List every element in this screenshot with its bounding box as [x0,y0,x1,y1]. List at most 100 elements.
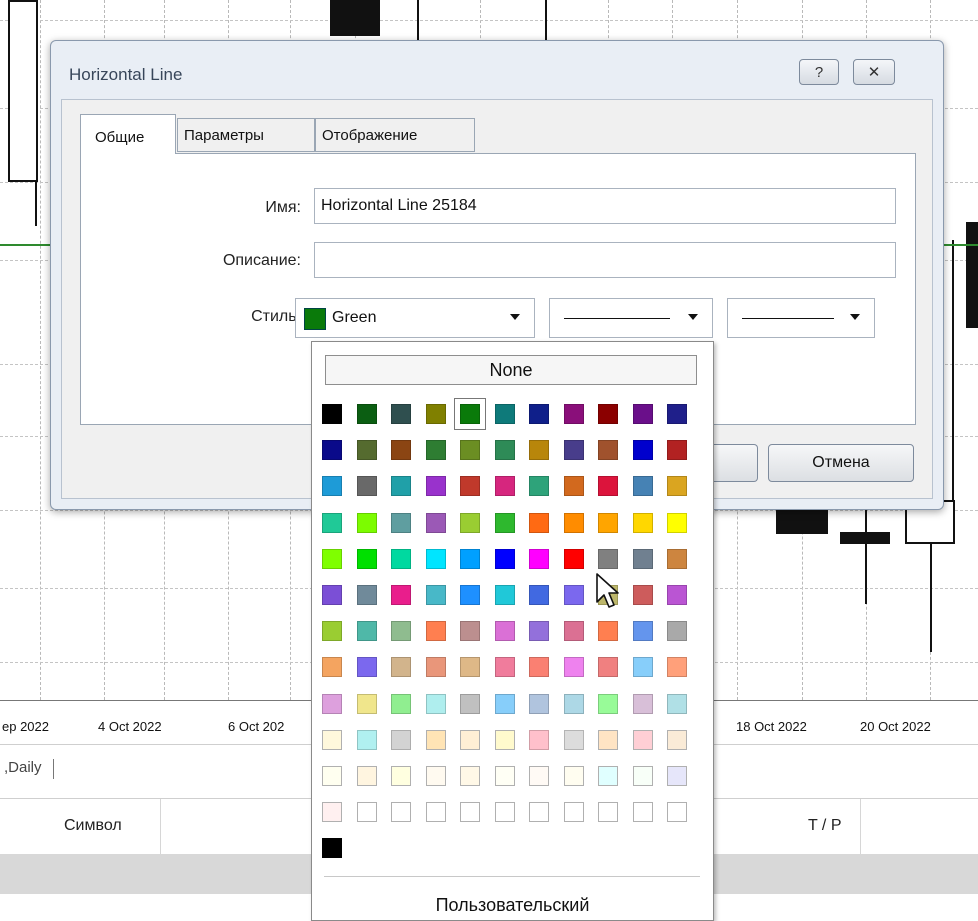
color-swatch[interactable] [598,476,618,496]
color-swatch[interactable] [426,802,446,822]
color-swatch[interactable] [495,476,515,496]
color-swatch[interactable] [357,476,377,496]
color-swatch[interactable] [529,404,549,424]
color-swatch[interactable] [564,802,584,822]
color-swatch[interactable] [564,694,584,714]
color-swatch[interactable] [564,404,584,424]
help-button[interactable]: ? [799,59,839,85]
color-swatch[interactable] [633,621,653,641]
color-swatch[interactable] [322,404,342,424]
description-input[interactable] [314,242,896,278]
color-swatch[interactable] [322,513,342,533]
color-swatch[interactable] [426,730,446,750]
color-swatch[interactable] [357,404,377,424]
tab-parameters[interactable]: Параметры [177,118,315,152]
color-swatch[interactable] [391,549,411,569]
color-swatch[interactable] [426,404,446,424]
color-swatch[interactable] [322,585,342,605]
color-swatch[interactable] [495,621,515,641]
color-swatch[interactable] [391,621,411,641]
color-swatch[interactable] [426,549,446,569]
color-swatch[interactable] [633,730,653,750]
color-swatch[interactable] [391,802,411,822]
color-swatch[interactable] [357,766,377,786]
color-swatch[interactable] [322,802,342,822]
color-swatch[interactable] [633,657,653,677]
color-swatch[interactable] [357,694,377,714]
cancel-button[interactable]: Отмена [768,444,914,482]
color-swatch[interactable] [495,549,515,569]
color-swatch[interactable] [598,730,618,750]
color-swatch[interactable] [633,440,653,460]
color-swatch[interactable] [426,585,446,605]
color-swatch[interactable] [460,585,480,605]
color-swatch[interactable] [460,694,480,714]
color-swatch[interactable] [460,766,480,786]
color-swatch[interactable] [598,766,618,786]
color-swatch[interactable] [529,476,549,496]
line-width-select[interactable] [727,298,875,338]
color-swatch[interactable] [633,694,653,714]
color-swatch[interactable] [357,549,377,569]
color-swatch[interactable] [357,440,377,460]
color-swatch[interactable] [460,513,480,533]
color-swatch[interactable] [564,440,584,460]
color-swatch[interactable] [667,730,687,750]
color-swatch[interactable] [322,766,342,786]
color-swatch[interactable] [667,802,687,822]
color-swatch[interactable] [391,513,411,533]
color-swatch[interactable] [598,694,618,714]
close-button[interactable]: ✕ [853,59,895,85]
color-swatch[interactable] [391,440,411,460]
color-swatch[interactable] [633,766,653,786]
color-swatch[interactable] [357,802,377,822]
color-swatch[interactable] [667,440,687,460]
color-swatch[interactable] [495,657,515,677]
color-swatch[interactable] [564,585,584,605]
color-swatch[interactable] [667,694,687,714]
color-swatch[interactable] [322,730,342,750]
color-swatch[interactable] [564,549,584,569]
name-input[interactable] [314,188,896,224]
color-swatch[interactable] [598,440,618,460]
color-swatch[interactable] [529,766,549,786]
color-swatch[interactable] [598,549,618,569]
color-swatch[interactable] [357,657,377,677]
color-swatch[interactable] [598,657,618,677]
color-swatch[interactable] [391,404,411,424]
color-select[interactable]: Green [295,298,535,338]
color-swatch[interactable] [391,476,411,496]
color-swatch[interactable] [667,549,687,569]
color-swatch[interactable] [564,476,584,496]
color-swatch[interactable] [426,513,446,533]
color-swatch[interactable] [564,766,584,786]
color-swatch[interactable] [460,549,480,569]
none-color-button[interactable]: None [325,355,697,385]
color-swatch[interactable] [322,621,342,641]
tab-display[interactable]: Отображение [315,118,475,152]
line-style-select[interactable] [549,298,713,338]
chart-tab-daily[interactable]: ,Daily [4,759,53,779]
color-swatch[interactable] [426,621,446,641]
color-swatch[interactable] [426,476,446,496]
color-swatch[interactable] [529,730,549,750]
color-swatch[interactable] [495,404,515,424]
color-swatch[interactable] [633,585,653,605]
color-swatch[interactable] [322,657,342,677]
color-swatch[interactable] [529,513,549,533]
color-swatch[interactable] [495,440,515,460]
color-swatch[interactable] [391,730,411,750]
color-swatch[interactable] [357,730,377,750]
color-swatch[interactable] [460,730,480,750]
color-swatch[interactable] [667,585,687,605]
color-swatch[interactable] [460,440,480,460]
color-swatch[interactable] [667,404,687,424]
color-swatch[interactable] [633,802,653,822]
color-swatch[interactable] [357,513,377,533]
color-swatch[interactable] [460,657,480,677]
color-swatch[interactable] [322,476,342,496]
color-swatch[interactable] [633,476,653,496]
column-header-tp[interactable]: T / P [808,817,842,835]
color-swatch[interactable] [322,694,342,714]
color-swatch[interactable] [564,657,584,677]
